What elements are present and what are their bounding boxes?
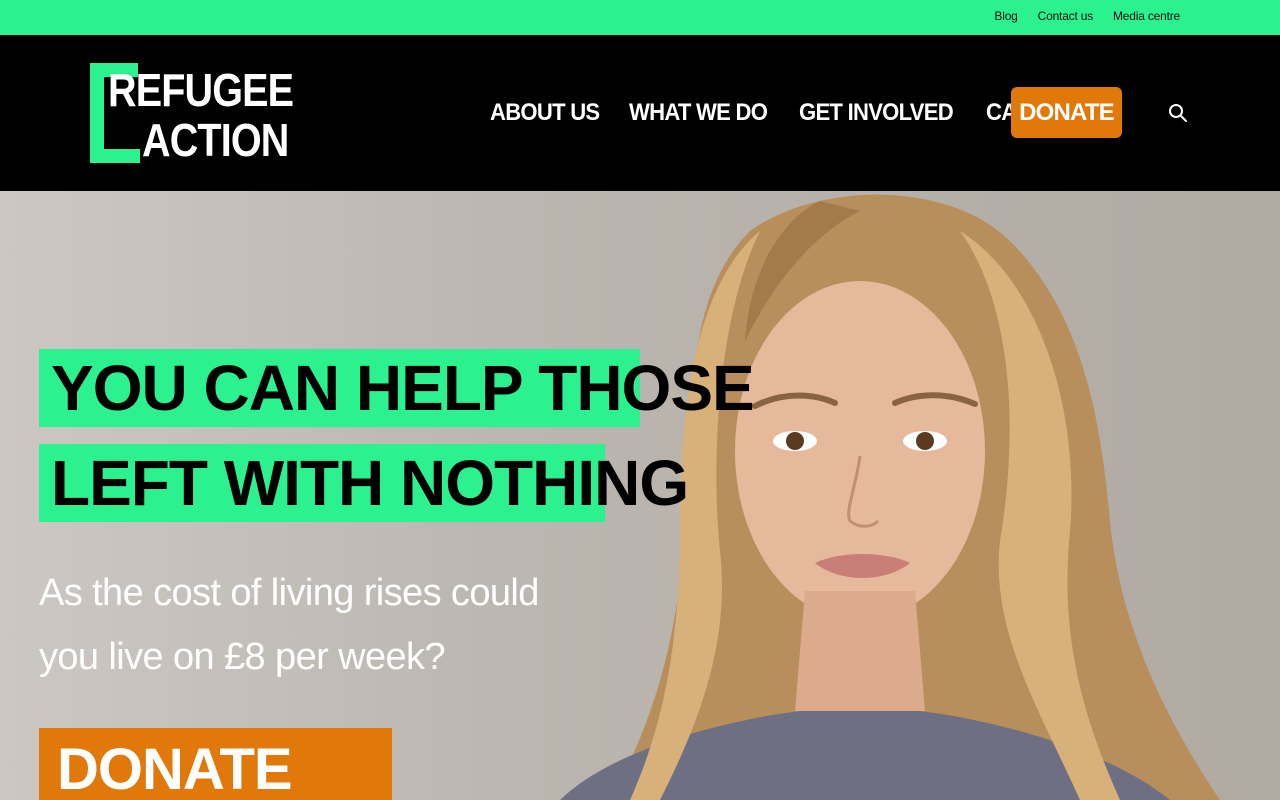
hero-headline-line1: YOU CAN HELP THOSE bbox=[39, 349, 755, 427]
logo-bracket bbox=[90, 149, 140, 163]
donate-now-button[interactable]: DONATE NOW bbox=[39, 728, 392, 800]
search-icon[interactable] bbox=[1168, 103, 1188, 123]
nav-about-us[interactable]: ABOUT US bbox=[490, 87, 600, 139]
site-header: REFUGEE ACTION ABOUT US WHAT WE DO GET I… bbox=[0, 35, 1280, 191]
nav-get-involved[interactable]: GET INVOLVED bbox=[799, 87, 954, 139]
nav-what-we-do[interactable]: WHAT WE DO bbox=[629, 87, 768, 139]
media-centre-link[interactable]: Media centre bbox=[1113, 9, 1180, 23]
hero-subtext: As the cost of living rises could you li… bbox=[39, 572, 539, 678]
logo-bracket bbox=[90, 63, 104, 163]
logo-text-line2: ACTION bbox=[142, 114, 289, 166]
hero-headline-line2: LEFT WITH NOTHING bbox=[39, 444, 689, 522]
hero-banner: YOU CAN HELP THOSE LEFT WITH NOTHING As … bbox=[0, 191, 1280, 800]
blog-link[interactable]: Blog bbox=[994, 9, 1017, 23]
contact-us-link[interactable]: Contact us bbox=[1038, 9, 1094, 23]
logo-text-line1: REFUGEE bbox=[108, 64, 294, 116]
refugee-action-logo[interactable]: REFUGEE ACTION bbox=[90, 63, 294, 163]
donate-button[interactable]: DONATE bbox=[1011, 87, 1122, 138]
utility-links: Blog Contact us Media centre bbox=[994, 9, 1180, 23]
utility-bar: Blog Contact us Media centre bbox=[0, 0, 1280, 35]
